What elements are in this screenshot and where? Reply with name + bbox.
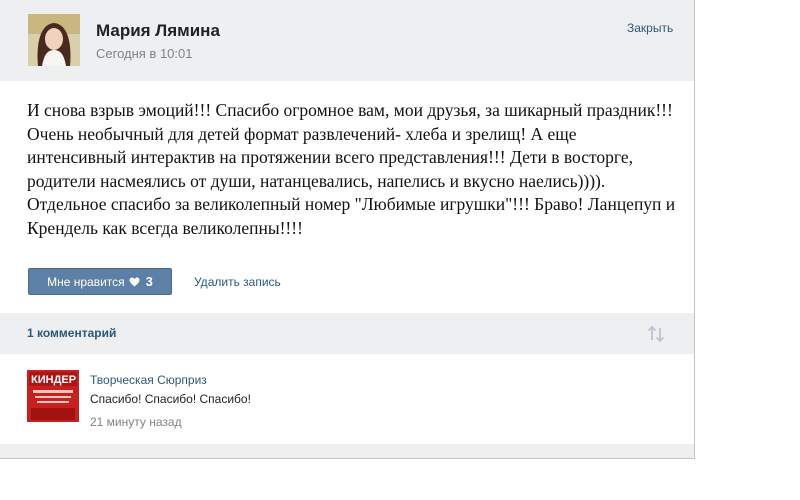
like-count: 3 (145, 274, 153, 289)
author-avatar[interactable] (28, 14, 80, 66)
comment-text: Спасибо! Спасибо! Спасибо! (90, 392, 251, 406)
post-date: Сегодня в 10:01 (96, 46, 193, 61)
delete-post-link[interactable]: Удалить запись (194, 275, 281, 289)
like-button-label: Мне нравится (47, 274, 125, 289)
comment-author[interactable]: Творческая Сюрприз (90, 373, 207, 387)
sort-arrows-icon[interactable] (646, 325, 666, 343)
post-panel: Мария Лямина Сегодня в 10:01 Закрыть И с… (0, 0, 695, 459)
commenter-avatar[interactable]: КИНДЕР (27, 370, 79, 422)
close-link[interactable]: Закрыть (627, 21, 673, 35)
comments-count[interactable]: 1 комментарий (27, 326, 116, 340)
commenter-logo-text: КИНДЕР (31, 374, 76, 386)
comments-header: 1 комментарий (0, 313, 694, 354)
post-header: Мария Лямина Сегодня в 10:01 Закрыть (0, 0, 694, 81)
comment-time[interactable]: 21 минуту назад (90, 415, 182, 429)
commenter-logo: КИНДЕР (27, 370, 79, 422)
comment-input-area (0, 444, 694, 458)
heart-icon (129, 276, 140, 287)
comment-item: КИНДЕР Творческая Сюрприз Спасибо! Спаси… (0, 354, 694, 444)
post-author-name[interactable]: Мария Лямина (96, 21, 220, 41)
like-button[interactable]: Мне нравится 3 (28, 268, 172, 295)
post-text: И снова взрыв эмоций!!! Спасибо огромное… (27, 100, 676, 238)
author-photo (28, 14, 80, 66)
